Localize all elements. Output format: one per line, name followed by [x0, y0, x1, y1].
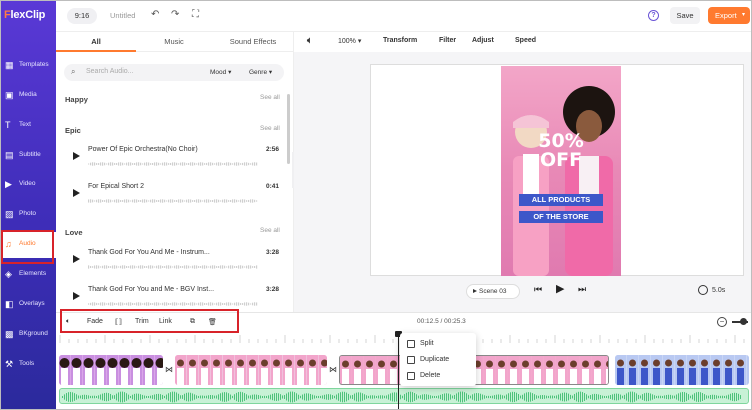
window-border — [0, 0, 752, 410]
